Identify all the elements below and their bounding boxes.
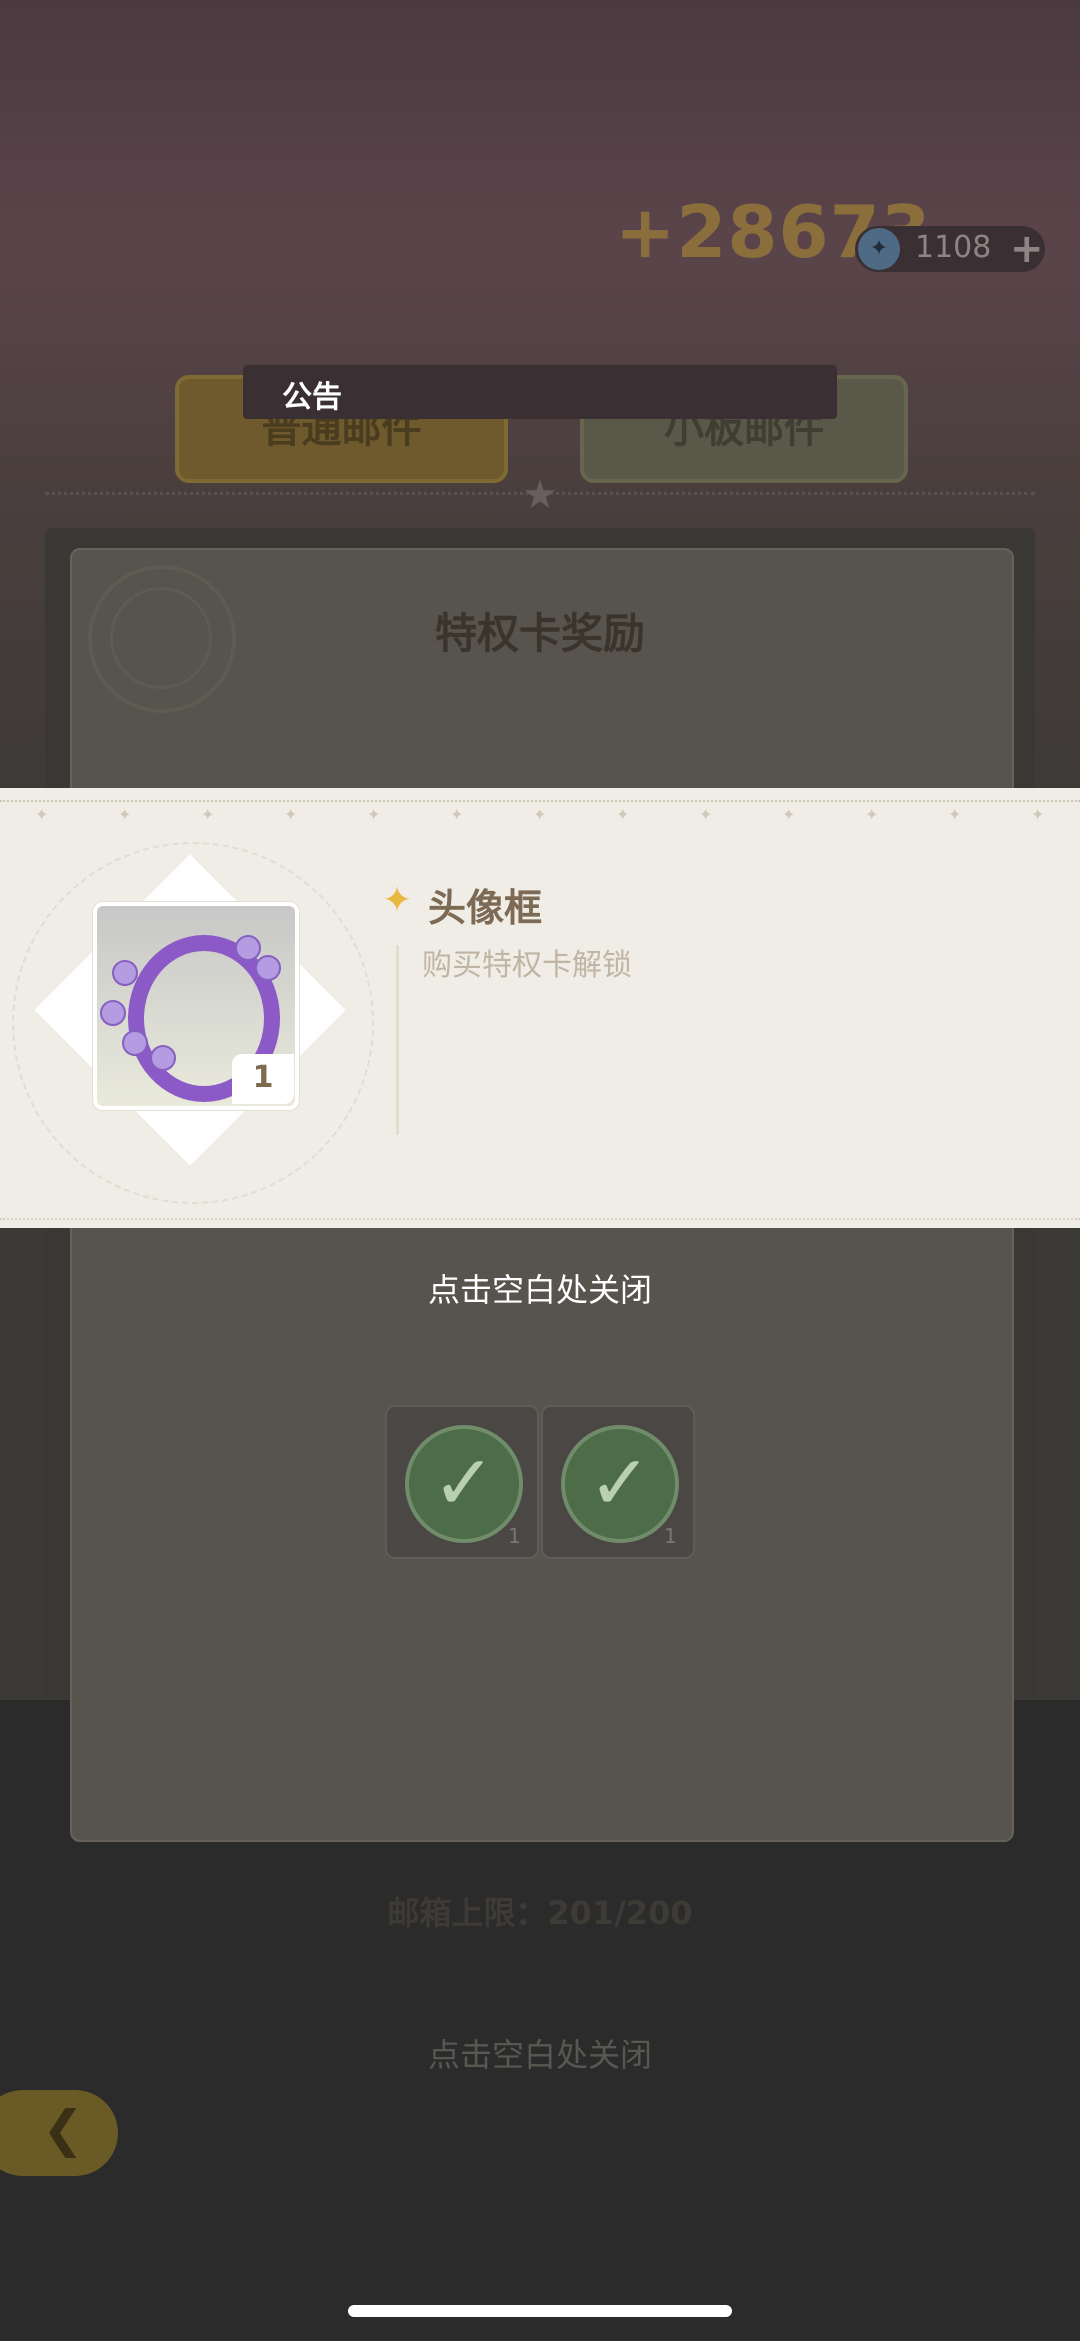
flower-icon [112,960,138,986]
decor-star-icon: ✦ [201,805,215,824]
item-count: 1 [252,1060,274,1095]
flower-icon [122,1030,148,1056]
description-divider [396,945,399,1135]
flower-icon [235,935,261,961]
decor-star-icon: ✦ [284,805,298,824]
item-description: 购买特权卡解锁 [422,948,632,983]
notice-label: 公告 [282,380,342,415]
decor-star-icon: ✦ [1031,805,1045,824]
decor-star-icon: ✦ [699,805,713,824]
decor-star-icon: ✦ [782,805,796,824]
popup-bottom-border [0,1218,1080,1220]
decor-star-icon: ✦ [367,805,381,824]
decor-star-icon: ✦ [948,805,962,824]
back-arrow-icon: ❮ [42,2100,84,2158]
close-hint[interactable]: 点击空白处关闭 [0,1265,1080,1311]
decor-star-icon: ✦ [450,805,464,824]
flower-icon [100,1000,126,1026]
close-hint-bottom: 点击空白处关闭 [427,2036,652,2074]
mail-title: 特权卡奖励 [434,609,645,658]
flower-icon [255,955,281,981]
home-indicator[interactable] [348,2305,732,2317]
decor-star-icon: ✦ [865,805,879,824]
flower-icon [150,1045,176,1071]
item-name: 头像框 [428,886,543,930]
decor-star-icon: ✦ [118,805,132,824]
popup-top-border [0,800,1080,802]
reward-count: 1 [508,1524,521,1548]
decor-star-icon: ✦ [533,805,547,824]
sparkle-icon: ✦ [382,880,413,921]
add-currency-button[interactable]: + [1010,226,1044,272]
decor-star-icon: ✦ [35,805,49,824]
star-icon: ★ [522,472,558,518]
currency-count: 1108 [915,230,992,265]
decor-star-icon: ✦ [616,805,630,824]
claimed-check-icon: ✓ [405,1425,523,1543]
reward-count: 1 [664,1524,677,1548]
mailbox-limit: 邮箱上限：201/200 [387,1894,693,1932]
coin-icon: ✦ [858,228,900,270]
claimed-check-icon: ✓ [561,1425,679,1543]
